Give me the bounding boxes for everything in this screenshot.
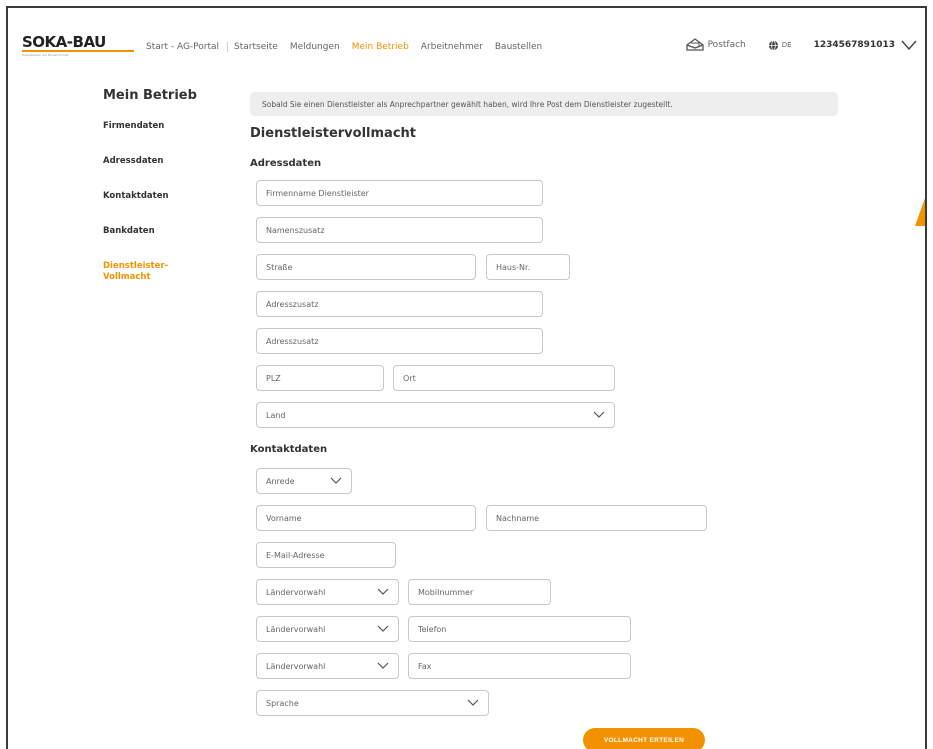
logo-underline [22,50,134,52]
firmenname-input[interactable]: Firmenname Dienstleister [256,180,543,206]
laendervorwahl-mobil-placeholder: Ländervorwahl [266,587,326,597]
laendervorwahl-mobil-select[interactable]: Ländervorwahl [256,579,399,605]
mobilnummer-input[interactable]: Mobilnummer [408,579,551,605]
sidebar-item-kontaktdaten[interactable]: Kontaktdaten [103,191,223,202]
decorative-corner-shape [915,198,925,226]
page-title: Dienstleistervollmacht [250,126,416,141]
account-menu[interactable]: 1234567891013 [814,40,917,50]
namenszusatz-placeholder: Namenszusatz [266,225,325,235]
adresszusatz-placeholder-2: Adresszusatz [266,336,319,346]
email-input[interactable]: E-Mail-Adresse [256,542,396,568]
top-navigation: SOKA-BAU Sozialkassen der Bauwirtschaft … [8,8,925,82]
nav-mein-betrieb[interactable]: Mein Betrieb [352,42,409,52]
vollmacht-erteilen-button[interactable]: VOLLMACHT ERTEILEN [583,728,705,749]
account-number: 1234567891013 [813,40,895,50]
strasse-placeholder: Straße [266,262,293,272]
laendervorwahl-fax-placeholder: Ländervorwahl [266,661,326,671]
laendervorwahl-fax-select[interactable]: Ländervorwahl [256,653,399,679]
email-placeholder: E-Mail-Adresse [266,550,325,560]
anrede-select[interactable]: Anrede [256,468,352,494]
chevron-down-icon [467,699,479,706]
nav-start-ag-portal[interactable]: Start - AG-Portal [146,42,229,52]
anrede-placeholder: Anrede [266,476,295,486]
adresszusatz-placeholder-1: Adresszusatz [266,299,319,309]
plz-input[interactable]: PLZ [256,365,384,391]
plz-placeholder: PLZ [266,373,281,383]
logo-tagline: Sozialkassen der Bauwirtschaft [22,53,69,57]
logo-text: SOKA-BAU [22,33,106,51]
nav-arbeitnehmer[interactable]: Arbeitnehmer [421,42,483,52]
chevron-down-icon [593,411,605,418]
nav-baustellen[interactable]: Baustellen [495,42,542,52]
adresszusatz-input-2[interactable]: Adresszusatz [256,328,543,354]
land-select[interactable]: Land [256,402,615,428]
chevron-down-icon [901,40,917,50]
telefon-placeholder: Telefon [418,624,447,634]
chevron-down-icon [330,477,342,484]
hausnr-placeholder: Haus-Nr. [496,262,531,272]
main-nav: Start - AG-Portal Startseite Meldungen M… [146,42,554,52]
sprache-placeholder: Sprache [266,698,299,708]
nav-right: Postfach DE 1234567891013 [685,38,917,52]
section-title-adressdaten: Adressdaten [250,158,322,169]
chevron-down-icon [377,662,389,669]
mobilnummer-placeholder: Mobilnummer [418,587,474,597]
fax-placeholder: Fax [418,661,432,671]
browser-frame: SOKA-BAU Sozialkassen der Bauwirtschaft … [6,6,927,749]
land-placeholder: Land [266,410,286,420]
nav-meldungen[interactable]: Meldungen [290,42,340,52]
sidebar-item-firmendaten[interactable]: Firmendaten [103,121,223,132]
ort-input[interactable]: Ort [393,365,615,391]
hausnr-input[interactable]: Haus-Nr. [486,254,570,280]
nachname-input[interactable]: Nachname [486,505,707,531]
postfach-label: Postfach [707,40,746,50]
sprache-select[interactable]: Sprache [256,690,489,716]
info-banner: Sobald Sie einen Dienstleister als Anpre… [250,92,838,116]
postfach-link[interactable]: Postfach [685,38,746,52]
namenszusatz-input[interactable]: Namenszusatz [256,217,543,243]
nav-startseite[interactable]: Startseite [234,42,278,52]
telefon-input[interactable]: Telefon [408,616,631,642]
sidebar-item-dienstleister-vollmacht[interactable]: Dienstleister- Vollmacht [103,261,223,283]
chevron-down-icon [377,625,389,632]
sidebar-item-adressdaten[interactable]: Adressdaten [103,156,223,167]
mail-icon [685,38,704,51]
soka-bau-logo[interactable]: SOKA-BAU Sozialkassen der Bauwirtschaft [22,34,142,60]
vorname-placeholder: Vorname [266,513,302,523]
language-selector[interactable]: DE [768,40,792,51]
adresszusatz-input-1[interactable]: Adresszusatz [256,291,543,317]
chevron-down-icon [377,588,389,595]
language-label: DE [781,41,792,49]
sidebar: Mein Betrieb Firmendaten Adressdaten Kon… [103,88,223,307]
sidebar-item-bankdaten[interactable]: Bankdaten [103,226,223,237]
laendervorwahl-telefon-select[interactable]: Ländervorwahl [256,616,399,642]
nachname-placeholder: Nachname [496,513,540,523]
sidebar-title: Mein Betrieb [103,88,197,103]
ort-placeholder: Ort [403,373,416,383]
fax-input[interactable]: Fax [408,653,631,679]
globe-icon [768,40,778,50]
section-title-kontaktdaten: Kontaktdaten [250,444,328,455]
vorname-input[interactable]: Vorname [256,505,476,531]
strasse-input[interactable]: Straße [256,254,476,280]
laendervorwahl-telefon-placeholder: Ländervorwahl [266,624,326,634]
firmenname-placeholder: Firmenname Dienstleister [266,188,369,198]
